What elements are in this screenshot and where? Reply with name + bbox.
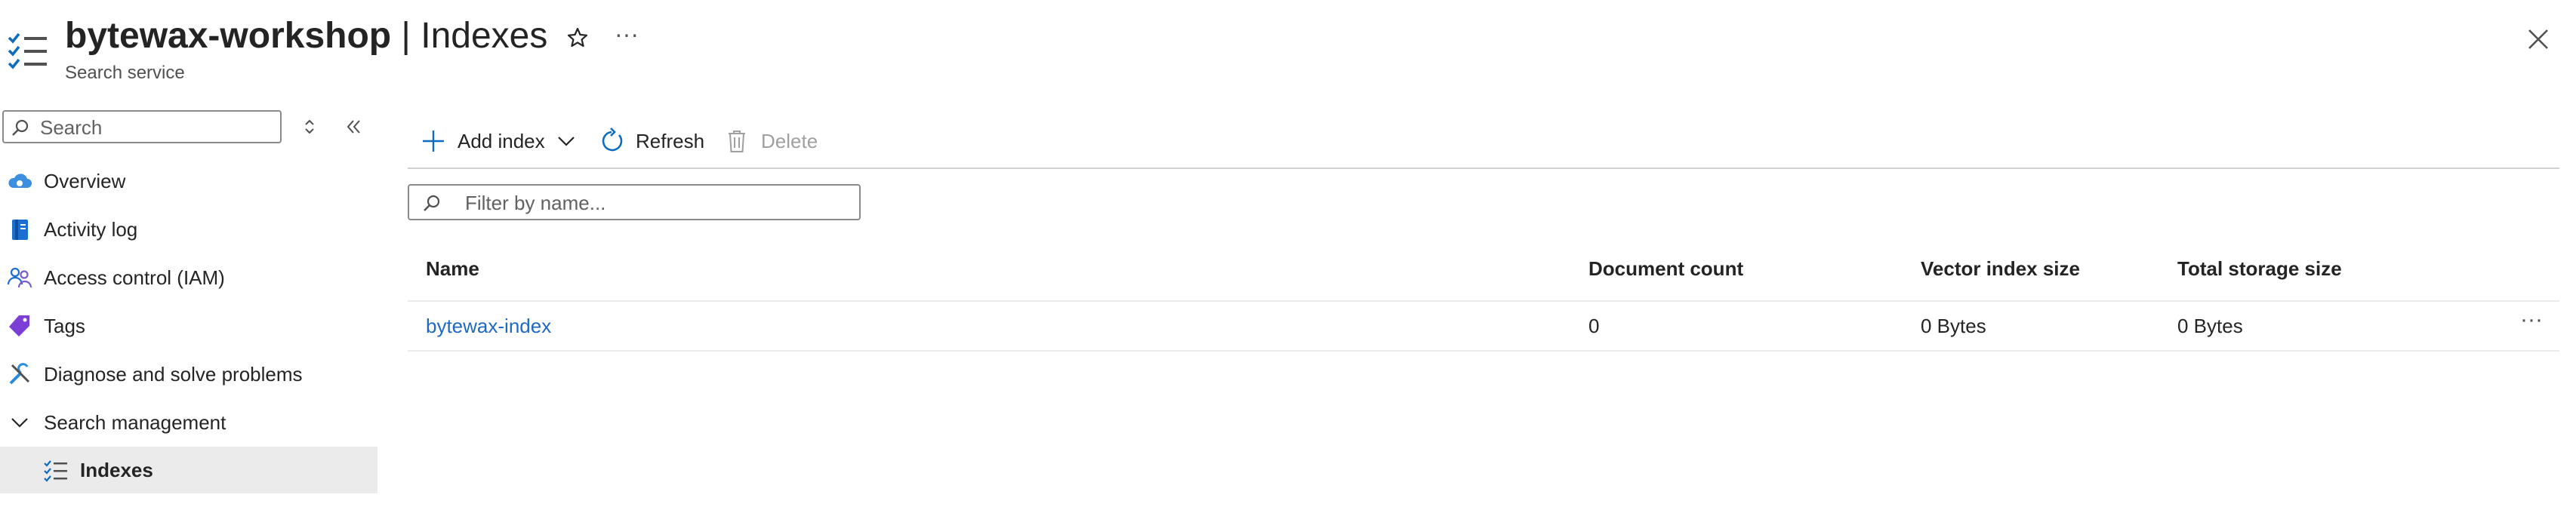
sidebar-group-search-management[interactable]: Search management [0,399,377,446]
total-storage-size-cell: 0 Bytes [2177,315,2243,337]
tag-icon [6,312,33,340]
title-separator: | [391,16,421,56]
filter-box[interactable] [408,184,861,220]
close-icon[interactable] [2520,21,2556,57]
column-header-total-storage-size[interactable]: Total storage size [2177,254,2342,284]
page-title: bytewax-workshop | Indexes [65,14,547,59]
resource-name: bytewax-workshop [65,16,392,56]
document-count-cell: 0 [1588,315,1600,337]
sort-updown-icon[interactable] [296,113,323,140]
chevron-down-icon [6,409,33,436]
wrench-icon [6,361,33,388]
sidebar-item-tags[interactable]: Tags [0,303,377,349]
page-name: Indexes [421,16,548,56]
refresh-button[interactable]: Refresh [598,122,711,160]
resource-type-subtitle: Search service [65,63,185,83]
sidebar-item-label: Access control (IAM) [44,266,225,289]
column-header-vector-index-size[interactable]: Vector index size [1921,254,2080,284]
sidebar-item-label: Overview [44,170,126,192]
search-icon [424,195,440,211]
sidebar-item-indexes[interactable]: Indexes [0,447,377,493]
delete-button[interactable]: Delete [723,122,837,160]
cloud-overview-icon [6,167,33,195]
row-divider [408,350,2559,352]
sidebar-search[interactable] [2,110,282,143]
indexes-checklist-icon [6,29,50,72]
row-more-options-button[interactable]: ··· [2513,309,2550,341]
search-icon [12,119,29,136]
vector-index-size-cell: 0 Bytes [1921,315,1986,337]
chevron-down-icon[interactable] [553,128,580,155]
refresh-icon [598,128,625,155]
trash-icon [723,128,750,155]
toolbar-divider [408,167,2559,169]
refresh-label: Refresh [636,130,705,152]
collapse-sidebar-icon[interactable] [340,113,367,140]
index-name-link[interactable]: bytewax-index [426,311,551,341]
sidebar-item-label: Activity log [44,218,138,241]
sidebar-search-input[interactable] [39,115,268,140]
sidebar-item-diagnose[interactable]: Diagnose and solve problems [0,351,377,398]
more-options-button[interactable]: ··· [612,22,642,53]
sidebar-item-overview[interactable]: Overview [0,158,377,204]
column-header-name[interactable]: Name [426,254,479,284]
sidebar-item-label: Tags [44,315,85,337]
sidebar-item-label: Indexes [80,459,153,481]
people-icon [6,264,33,291]
checklist-icon [42,456,69,484]
favorite-star-icon[interactable] [562,23,593,53]
filter-by-name-input[interactable] [464,190,844,216]
sidebar-item-access-control[interactable]: Access control (IAM) [0,254,377,301]
sidebar-item-activity-log[interactable]: Activity log [0,206,377,253]
sidebar-item-label: Search management [44,411,226,434]
plus-icon [420,128,447,155]
column-header-document-count[interactable]: Document count [1588,254,1743,284]
add-index-button[interactable]: Add index [420,122,578,160]
add-index-label: Add index [458,130,545,152]
delete-label: Delete [761,130,818,152]
sidebar-item-label: Diagnose and solve problems [44,363,303,386]
activity-log-icon [6,216,33,243]
